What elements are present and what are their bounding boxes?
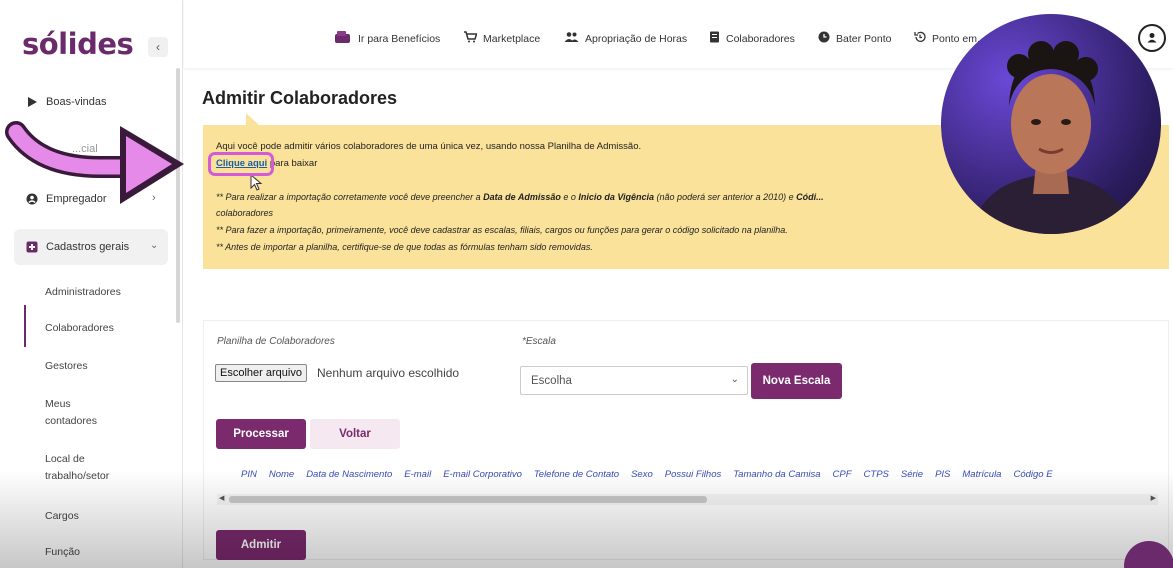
sidebar-item-cadastros-gerais[interactable]: Cadastros gerais ⌄ <box>26 240 158 253</box>
nav-label: Apropriação de Horas <box>585 32 688 45</box>
wallet-icon <box>334 31 352 46</box>
sidebar-subitem-gestores[interactable]: Gestores <box>45 358 88 375</box>
choose-file-button[interactable]: Escolher arquivo <box>215 364 307 382</box>
download-suffix: para baixar <box>267 158 318 169</box>
user-icon <box>1147 33 1157 43</box>
info-note-1-cont: colaboradores <box>216 208 274 218</box>
sidebar-subitem-local-trabalho[interactable]: Local de trabalho/setor <box>45 451 135 485</box>
nav-label: Bater Ponto <box>836 32 892 45</box>
info-note-2: ** Para fazer a importação, primeirament… <box>216 225 788 235</box>
webcam-overlay <box>941 14 1161 234</box>
nav-colaboradores[interactable]: Colaboradores <box>709 31 795 46</box>
new-scale-button[interactable]: Nova Escala <box>751 363 842 399</box>
annotation-arrow-icon <box>5 121 184 204</box>
note-text: (não poderá ser anterior a 2010) e <box>654 192 797 202</box>
history-icon <box>914 31 926 46</box>
sidebar-collapse-button[interactable]: ‹ <box>148 37 168 57</box>
nav-ir-para-beneficios[interactable]: Ir para Benefícios <box>334 31 440 46</box>
sidebar-item-label: Cadastros gerais <box>46 241 130 253</box>
column-header: Sexo <box>631 469 653 480</box>
sidebar-subitem-administradores[interactable]: Administradores <box>45 284 121 301</box>
scale-select-value: Escolha <box>531 375 572 387</box>
column-header: E-mail <box>404 469 432 480</box>
table-horizontal-scrollbar[interactable]: ◀ ▶ <box>217 494 1158 505</box>
link-highlight <box>208 152 274 176</box>
note-bold: Códi... <box>796 192 824 202</box>
sidebar-active-indicator <box>24 305 26 347</box>
note-text: ** Para realizar a importação corretamen… <box>216 192 484 202</box>
play-icon <box>26 96 38 108</box>
brand-logo[interactable]: sólides <box>22 27 134 61</box>
column-header: Tamanho da Camisa <box>733 469 821 480</box>
column-header: E-mail Corporativo <box>443 469 522 480</box>
sidebar-item-label: Boas-vindas <box>46 96 107 108</box>
column-header: Possui Filhos <box>664 469 722 480</box>
info-text: Aqui você pode admitir vários colaborado… <box>216 141 642 152</box>
note-bold: Data de Admissão <box>483 192 561 202</box>
back-button[interactable]: Voltar <box>310 419 400 449</box>
nav-bater-ponto[interactable]: Bater Ponto <box>818 31 891 46</box>
sidebar-subitem-funcao[interactable]: Função <box>45 544 80 561</box>
sidebar-subitem-colaboradores[interactable]: Colaboradores <box>45 320 114 337</box>
folder-icon <box>26 241 38 253</box>
sidebar: sólides ‹ Boas-vindas ...cial Empregador… <box>0 0 183 568</box>
user-menu-button[interactable] <box>1138 24 1166 52</box>
column-header: Série <box>900 469 924 480</box>
cart-icon <box>464 31 478 46</box>
page-title: Admitir Colaboradores <box>202 88 398 108</box>
nav-label: Marketplace <box>483 32 541 45</box>
column-header: Matrícula <box>962 469 1002 480</box>
scroll-right-icon[interactable]: ▶ <box>1151 494 1156 502</box>
column-header: CTPS <box>863 469 889 480</box>
file-status: Nenhum arquivo escolhido <box>317 366 460 380</box>
scrollbar-thumb[interactable] <box>229 496 707 503</box>
info-note-3: ** Antes de importar a planilha, certifi… <box>216 242 593 252</box>
column-header: Nome <box>268 469 295 480</box>
clock-icon <box>818 31 830 46</box>
column-header: Data de Nascimento <box>306 469 393 480</box>
sidebar-subitem-meus-contadores[interactable]: Meus contadores <box>45 396 125 430</box>
column-header: PIN <box>241 469 257 480</box>
scroll-left-icon[interactable]: ◀ <box>219 494 224 502</box>
sidebar-item-boas-vindas[interactable]: Boas-vindas <box>26 96 107 108</box>
column-header: Telefone de Contato <box>533 469 620 480</box>
scale-label: *Escala <box>522 336 556 347</box>
mouse-cursor-icon <box>250 174 263 191</box>
info-note-1: ** Para realizar a importação corretamen… <box>216 192 824 202</box>
scale-select[interactable]: Escolha ⌄ <box>520 366 748 395</box>
chevron-down-icon: ⌄ <box>150 240 159 251</box>
nav-marketplace[interactable]: Marketplace <box>464 31 540 46</box>
note-text: e o <box>560 192 579 202</box>
table-header: PIN Nome Data de Nascimento E-mail E-mai… <box>241 469 1053 480</box>
column-header: CPF <box>832 469 852 480</box>
note-bold: Inicio da Vigência <box>578 192 655 202</box>
chevron-down-icon: ⌄ <box>730 374 739 385</box>
nav-apropriacao-horas[interactable]: Apropriação de Horas <box>564 31 687 46</box>
process-button[interactable]: Processar <box>216 419 306 449</box>
file-label: Planilha de Colaboradores <box>217 336 335 347</box>
admit-button[interactable]: Admitir <box>216 530 306 560</box>
column-header: PIS <box>935 469 951 480</box>
nav-label: Colaboradores <box>726 32 795 45</box>
people-icon <box>564 31 579 46</box>
presenter-avatar <box>971 41 1131 234</box>
sidebar-subitem-cargos[interactable]: Cargos <box>45 508 79 525</box>
column-header: Código E <box>1013 469 1053 480</box>
document-icon <box>709 31 720 46</box>
nav-label: Ir para Benefícios <box>358 32 441 45</box>
